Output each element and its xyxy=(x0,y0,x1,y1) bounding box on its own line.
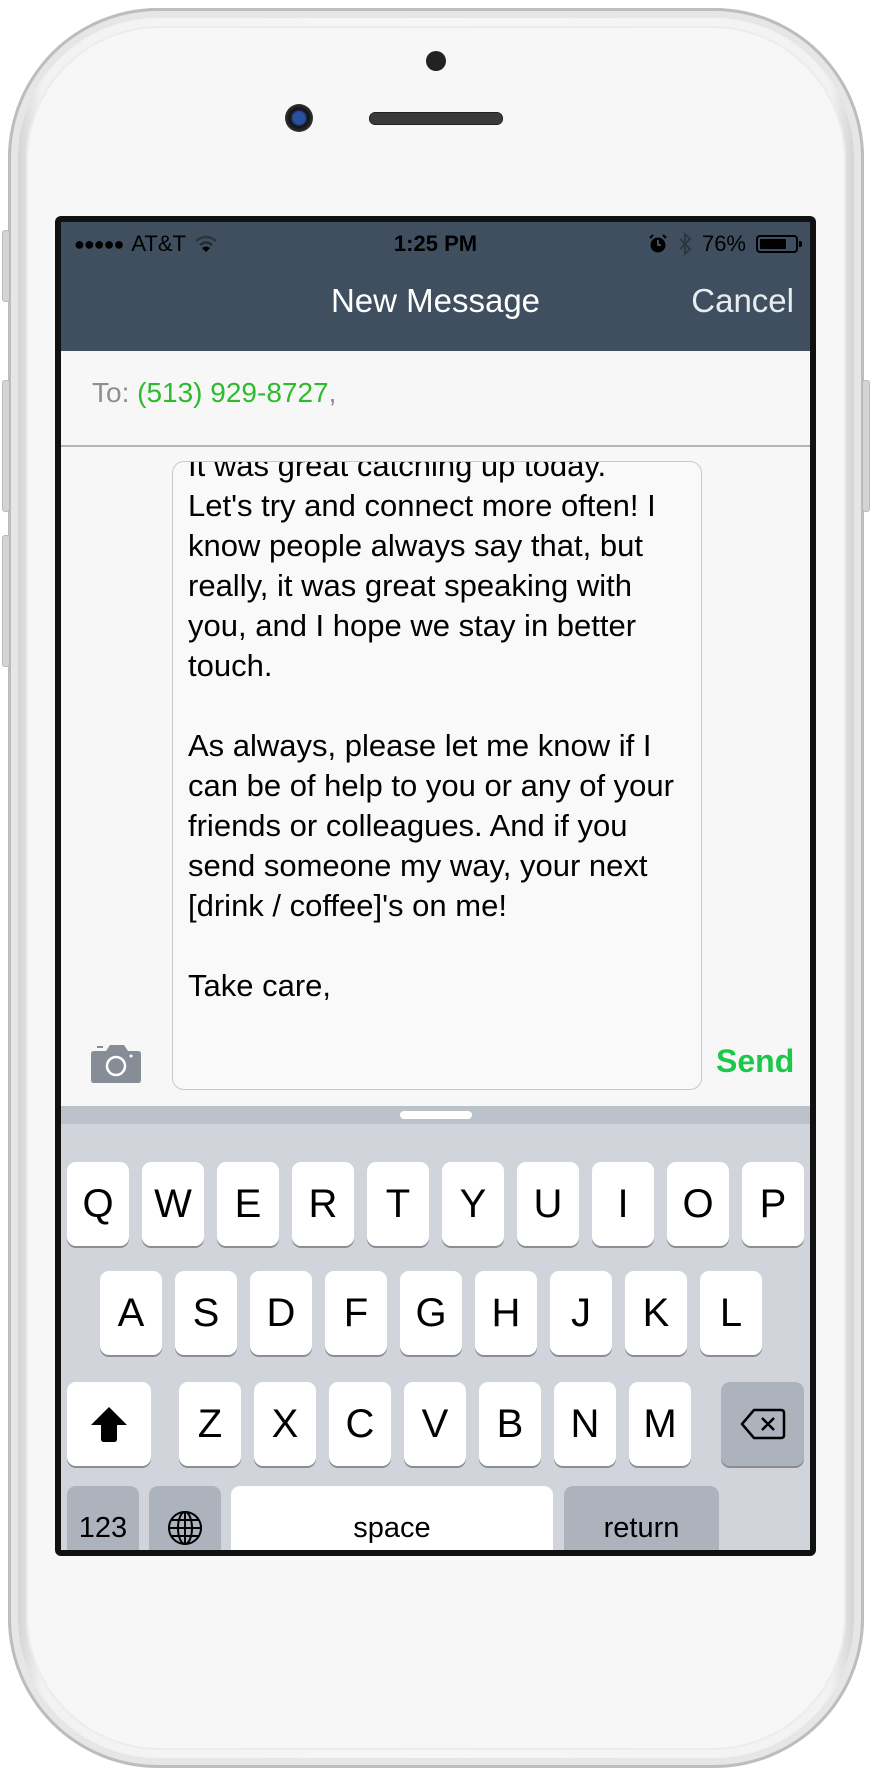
camera-icon xyxy=(91,1045,141,1083)
send-button[interactable]: Send xyxy=(716,1043,794,1080)
key-q[interactable]: Q xyxy=(67,1162,129,1246)
drag-handle[interactable] xyxy=(400,1111,472,1119)
return-key[interactable]: return xyxy=(564,1486,719,1550)
battery-icon xyxy=(756,235,802,253)
backspace-icon xyxy=(740,1408,785,1440)
keyboard-drag-bar[interactable] xyxy=(61,1106,810,1124)
numbers-key[interactable]: 123 xyxy=(67,1486,139,1550)
key-w[interactable]: W xyxy=(142,1162,204,1246)
key-j[interactable]: J xyxy=(550,1271,612,1355)
key-o[interactable]: O xyxy=(667,1162,729,1246)
shift-icon xyxy=(91,1407,127,1442)
key-m[interactable]: M xyxy=(629,1382,691,1466)
power-button xyxy=(862,380,870,512)
front-camera xyxy=(285,104,313,132)
key-l[interactable]: L xyxy=(700,1271,762,1355)
to-label: To: xyxy=(92,377,130,408)
key-a[interactable]: A xyxy=(100,1271,162,1355)
key-k[interactable]: K xyxy=(625,1271,687,1355)
battery-percent: 76% xyxy=(701,231,746,256)
recipient-token[interactable]: (513) 929-8727 xyxy=(137,377,328,408)
key-z[interactable]: Z xyxy=(179,1382,241,1466)
camera-button[interactable] xyxy=(91,1043,141,1083)
cancel-button[interactable]: Cancel xyxy=(691,282,794,320)
key-t[interactable]: T xyxy=(367,1162,429,1246)
bluetooth-icon xyxy=(679,232,692,256)
key-s[interactable]: S xyxy=(175,1271,237,1355)
shift-key[interactable] xyxy=(67,1382,151,1466)
navigation-header: ●●●●● AT&T 1:25 PM 76% New Message Cance… xyxy=(61,222,810,351)
key-p[interactable]: P xyxy=(742,1162,804,1246)
to-field[interactable]: To: (513) 929-8727, xyxy=(61,351,810,447)
key-n[interactable]: N xyxy=(554,1382,616,1466)
key-v[interactable]: V xyxy=(404,1382,466,1466)
volume-up-button xyxy=(2,380,10,512)
key-f[interactable]: F xyxy=(325,1271,387,1355)
key-y[interactable]: Y xyxy=(442,1162,504,1246)
space-key[interactable]: space xyxy=(231,1486,553,1550)
proximity-sensor xyxy=(426,51,446,71)
screen: ●●●●● AT&T 1:25 PM 76% New Message Cance… xyxy=(55,216,816,1556)
key-g[interactable]: G xyxy=(400,1271,462,1355)
keyboard: 123 space return QWERTYUIOP ASDFGHJKL ZXCV… xyxy=(61,1124,810,1550)
message-input[interactable]: It was great catching up today. Let's tr… xyxy=(172,461,702,1090)
delete-key[interactable] xyxy=(721,1382,804,1466)
key-r[interactable]: R xyxy=(292,1162,354,1246)
globe-icon xyxy=(168,1511,202,1545)
key-d[interactable]: D xyxy=(250,1271,312,1355)
earpiece-speaker xyxy=(369,112,503,125)
compose-area: It was great catching up today. Let's tr… xyxy=(61,447,810,1106)
key-x[interactable]: X xyxy=(254,1382,316,1466)
key-c[interactable]: C xyxy=(329,1382,391,1466)
key-b[interactable]: B xyxy=(479,1382,541,1466)
volume-down-button xyxy=(2,535,10,667)
key-e[interactable]: E xyxy=(217,1162,279,1246)
recipient-separator: , xyxy=(328,377,337,408)
key-u[interactable]: U xyxy=(517,1162,579,1246)
globe-key[interactable] xyxy=(149,1486,221,1550)
mute-switch xyxy=(2,230,10,302)
key-i[interactable]: I xyxy=(592,1162,654,1246)
message-text[interactable]: It was great catching up today. Let's tr… xyxy=(188,462,687,1006)
status-bar: ●●●●● AT&T 1:25 PM 76% xyxy=(61,222,810,262)
key-h[interactable]: H xyxy=(475,1271,537,1355)
alarm-icon xyxy=(649,234,667,253)
